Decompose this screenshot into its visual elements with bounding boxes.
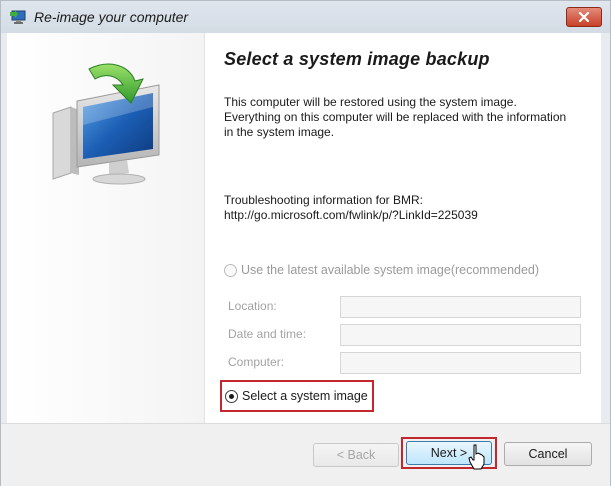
cancel-button[interactable]: Cancel [504, 442, 592, 466]
date-time-field[interactable] [340, 324, 581, 346]
computer-label: Computer: [228, 355, 285, 369]
window-title: Re-image your computer [34, 9, 189, 25]
select-image-option[interactable]: Select a system image [225, 389, 368, 403]
back-button[interactable]: < Back [313, 443, 399, 467]
illustration-panel [7, 33, 204, 423]
reimage-dialog: Re-image your computer Select a system i… [0, 0, 611, 486]
button-bar: < Back Next > Cancel [1, 423, 610, 486]
select-image-label: Select a system image [242, 389, 368, 403]
latest-image-option[interactable]: Use the latest available system image(re… [224, 263, 539, 277]
computer-field[interactable] [340, 352, 581, 374]
troubleshooting-link[interactable]: http://go.microsoft.com/fwlink/p/?LinkId… [224, 208, 584, 223]
title-bar[interactable]: Re-image your computer [1, 1, 610, 33]
select-image-radio[interactable] [225, 389, 238, 403]
restore-description: This computer will be restored using the… [224, 95, 567, 139]
computer-restore-arrow-icon [52, 63, 160, 185]
mouse-cursor-icon [468, 444, 485, 470]
monitor-restore-icon [10, 10, 26, 24]
location-label: Location: [228, 299, 277, 313]
close-icon [578, 12, 590, 22]
troubleshooting-label: Troubleshooting information for BMR: [224, 193, 423, 207]
latest-image-label: Use the latest available system image(re… [241, 263, 540, 277]
content-panel: Select a system image backup This comput… [204, 33, 601, 423]
page-title: Select a system image backup [224, 49, 490, 69]
close-button[interactable] [566, 7, 602, 27]
location-field[interactable] [340, 296, 581, 318]
troubleshooting-info: Troubleshooting information for BMR: htt… [224, 193, 584, 223]
date-time-label: Date and time: [228, 327, 307, 341]
latest-image-radio[interactable] [224, 263, 237, 277]
